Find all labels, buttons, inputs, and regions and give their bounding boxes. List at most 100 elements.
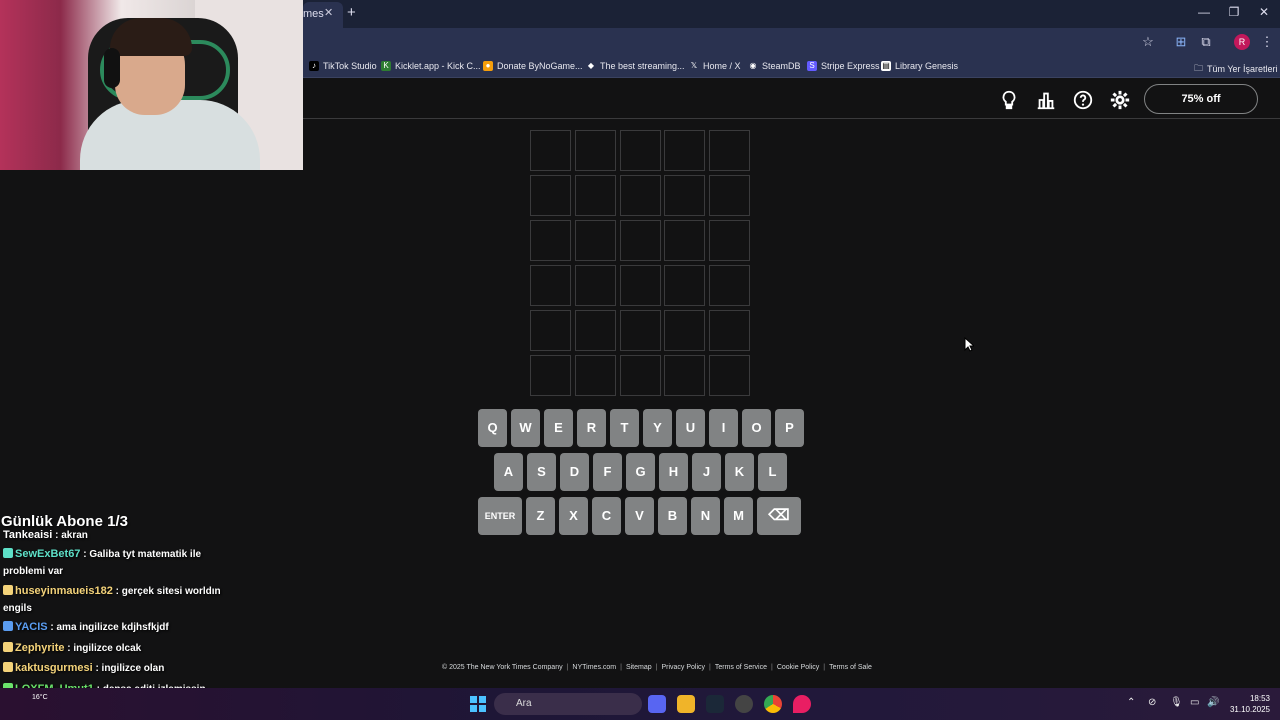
menu-icon[interactable]: ⋮ — [1258, 34, 1276, 50]
key-l[interactable]: L — [758, 453, 787, 491]
bookmark-label: SteamDB — [762, 61, 801, 71]
chat-username: kaktusgurmesi — [15, 662, 93, 674]
subscribe-button[interactable]: 75% off — [1144, 84, 1258, 114]
system-clock[interactable]: 18:53 31.10.2025 — [1226, 693, 1270, 715]
footer-privacy-link[interactable]: Privacy Policy — [661, 664, 705, 671]
translate-icon[interactable]: ⊞ — [1172, 34, 1190, 50]
footer-cookie-link[interactable]: Cookie Policy — [777, 664, 819, 671]
board-tile — [709, 355, 750, 396]
bookmark-tiktok[interactable]: ♪ TikTok Studio — [309, 61, 377, 71]
taskbar-search[interactable]: Ara — [494, 693, 642, 715]
key-w[interactable]: W — [511, 409, 540, 447]
close-window-icon[interactable]: ✕ — [1254, 5, 1274, 19]
bookmark-streaming[interactable]: ◆ The best streaming... — [586, 61, 685, 71]
board-tile — [620, 265, 661, 306]
board-tile — [620, 310, 661, 351]
bookmark-steamdb[interactable]: ◉ SteamDB — [748, 61, 801, 71]
key-c[interactable]: C — [592, 497, 621, 535]
key-v[interactable]: V — [625, 497, 654, 535]
game-header — [303, 80, 1280, 119]
key-i[interactable]: I — [709, 409, 738, 447]
statistics-icon[interactable] — [1035, 89, 1057, 111]
chat-badge-icon — [3, 642, 13, 652]
key-f[interactable]: F — [593, 453, 622, 491]
all-bookmarks[interactable]: 🗀 Tüm Yer İşaretleri — [1194, 61, 1278, 77]
obs-icon[interactable] — [735, 695, 753, 713]
bookmark-label: Home / X — [703, 61, 741, 71]
discord-icon[interactable] — [648, 695, 666, 713]
footer-terms-link[interactable]: Terms of Service — [715, 664, 767, 671]
key-o[interactable]: O — [742, 409, 771, 447]
key-b[interactable]: B — [658, 497, 687, 535]
display-icon[interactable]: ▭ — [1190, 697, 1199, 708]
key-z[interactable]: Z — [526, 497, 555, 535]
windows-start-icon[interactable] — [470, 696, 486, 712]
chat-username: huseyinmaueis182 — [15, 585, 113, 597]
kicklet-icon: K — [381, 61, 391, 71]
board-tile — [530, 130, 571, 171]
steam-icon[interactable] — [706, 695, 724, 713]
key-h[interactable]: H — [659, 453, 688, 491]
chat-username: Tankeaisi — [3, 529, 53, 541]
board-tile — [709, 175, 750, 216]
enter-key[interactable]: ENTER — [478, 497, 522, 535]
footer-sale-link[interactable]: Terms of Sale — [829, 664, 872, 671]
key-d[interactable]: D — [560, 453, 589, 491]
microphone-icon[interactable]: 🎙 — [1170, 697, 1183, 708]
footer-copyright: © 2025 The New York Times Company — [442, 664, 563, 671]
board-tile — [620, 175, 661, 216]
key-e[interactable]: E — [544, 409, 573, 447]
bookmark-donate[interactable]: ● Donate ByNoGame... — [483, 61, 583, 71]
help-icon[interactable] — [1072, 89, 1094, 111]
footer-sitemap-link[interactable]: Sitemap — [626, 664, 652, 671]
footer-divider: | — [566, 664, 569, 671]
network-icon[interactable]: ⊘ — [1148, 697, 1156, 708]
restore-icon[interactable]: ❐ — [1224, 5, 1244, 19]
bookmark-libgen[interactable]: ▤ Library Genesis — [881, 61, 958, 71]
tray-chevron-icon[interactable]: ⌃ — [1127, 697, 1135, 708]
volume-icon[interactable]: 🔊 — [1207, 697, 1219, 708]
key-n[interactable]: N — [691, 497, 720, 535]
maps-pin-icon[interactable] — [793, 695, 811, 713]
footer-divider: | — [620, 664, 622, 671]
board-tile — [575, 355, 616, 396]
key-a[interactable]: A — [494, 453, 523, 491]
bookmark-kicklet[interactable]: K Kicklet.app - Kick C... — [381, 61, 481, 71]
mouse-cursor-icon — [964, 337, 974, 352]
chrome-icon[interactable] — [764, 695, 782, 713]
minimize-icon[interactable]: — — [1194, 5, 1214, 19]
chat-text: : akran — [55, 530, 88, 541]
bookmark-label: Stripe Express — [821, 61, 880, 71]
key-k[interactable]: K — [725, 453, 754, 491]
bookmark-label: Donate ByNoGame... — [497, 61, 583, 71]
all-bookmarks-label: Tüm Yer İşaretleri — [1207, 64, 1278, 74]
key-r[interactable]: R — [577, 409, 606, 447]
key-t[interactable]: T — [610, 409, 639, 447]
hint-bulb-icon[interactable] — [998, 89, 1020, 111]
bookmark-star-icon[interactable]: ☆ — [1139, 34, 1157, 50]
backspace-key[interactable]: ⌫ — [757, 497, 801, 535]
file-explorer-icon[interactable] — [677, 695, 695, 713]
chat-badge-icon — [3, 621, 13, 631]
key-y[interactable]: Y — [643, 409, 672, 447]
profile-avatar[interactable]: R — [1234, 34, 1250, 50]
chat-text: : ama ingilizce kdjhsfkjdf — [50, 622, 169, 633]
tab-close-icon[interactable]: ✕ — [324, 6, 333, 19]
key-j[interactable]: J — [692, 453, 721, 491]
footer-nytimes-link[interactable]: NYTimes.com — [572, 664, 616, 671]
bookmark-stripe[interactable]: S Stripe Express — [807, 61, 880, 71]
bookmark-x[interactable]: 𝕏 Home / X — [689, 61, 741, 71]
key-p[interactable]: P — [775, 409, 804, 447]
extensions-icon[interactable]: ⧉ — [1197, 34, 1215, 50]
key-s[interactable]: S — [527, 453, 556, 491]
weather-widget[interactable]: 16°C — [32, 694, 48, 701]
key-x[interactable]: X — [559, 497, 588, 535]
key-q[interactable]: Q — [478, 409, 507, 447]
key-g[interactable]: G — [626, 453, 655, 491]
settings-gear-icon[interactable] — [1109, 89, 1131, 111]
board-tile — [575, 130, 616, 171]
key-u[interactable]: U — [676, 409, 705, 447]
board-tile — [620, 220, 661, 261]
key-m[interactable]: M — [724, 497, 753, 535]
new-tab-icon[interactable]: + — [347, 4, 356, 21]
